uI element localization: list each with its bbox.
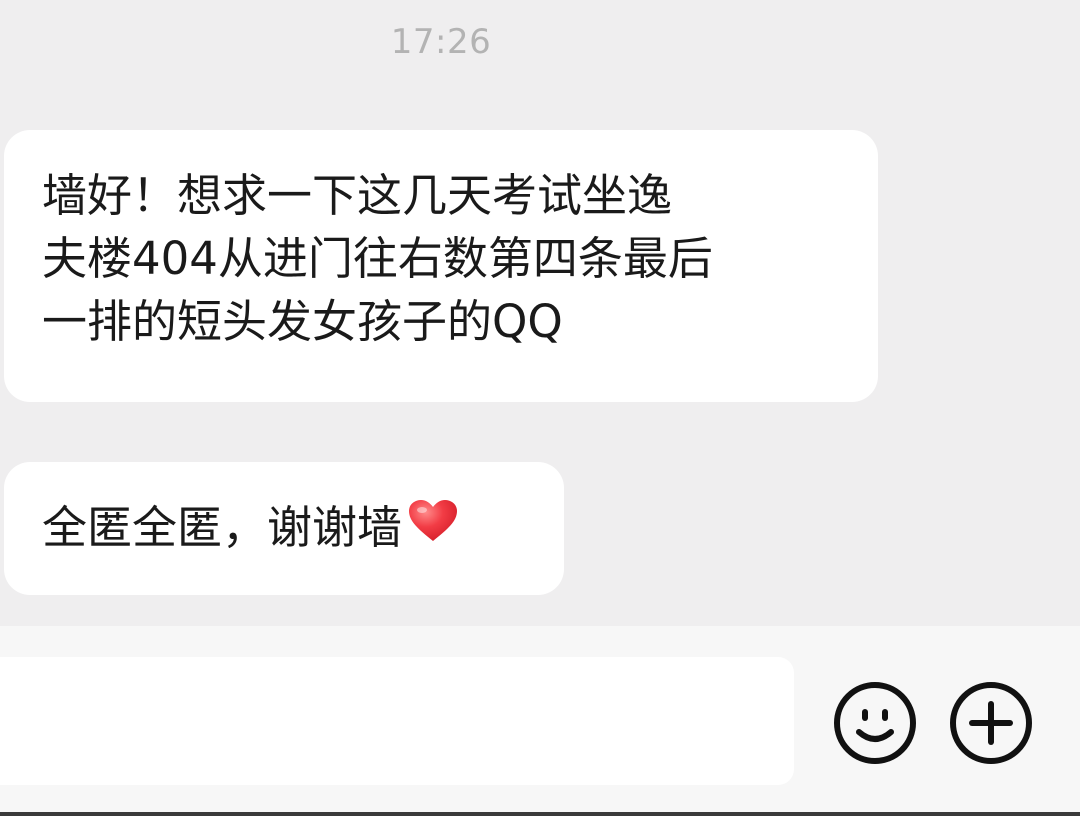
message-text-line: 墙好！想求一下这几天考试坐逸 xyxy=(42,169,673,222)
message-text: 全匿全匿，谢谢墙 xyxy=(42,501,403,554)
smiley-face-icon xyxy=(834,682,916,764)
screen-bottom-edge xyxy=(0,812,1080,816)
plus-circle-icon xyxy=(950,682,1032,764)
red-heart-icon xyxy=(408,496,458,559)
more-options-button[interactable] xyxy=(948,680,1034,766)
message-timestamp: 17:26 xyxy=(390,22,492,62)
emoji-button[interactable] xyxy=(832,680,918,766)
message-text-line: 夫楼404从进门往右数第四条最后 xyxy=(42,232,713,285)
message-bubble[interactable]: 墙好！想求一下这几天考试坐逸 夫楼404从进门往右数第四条最后 一排的短头发女孩… xyxy=(4,130,878,402)
message-input-field[interactable] xyxy=(0,657,794,785)
message-bubble[interactable]: 全匿全匿，谢谢墙 xyxy=(4,462,564,595)
chat-area[interactable]: 17:26 墙好！想求一下这几天考试坐逸 夫楼404从进门往右数第四条最后 一排… xyxy=(0,0,1080,626)
message-input-bar xyxy=(0,626,1080,816)
message-text-line: 一排的短头发女孩子的QQ xyxy=(42,295,563,348)
